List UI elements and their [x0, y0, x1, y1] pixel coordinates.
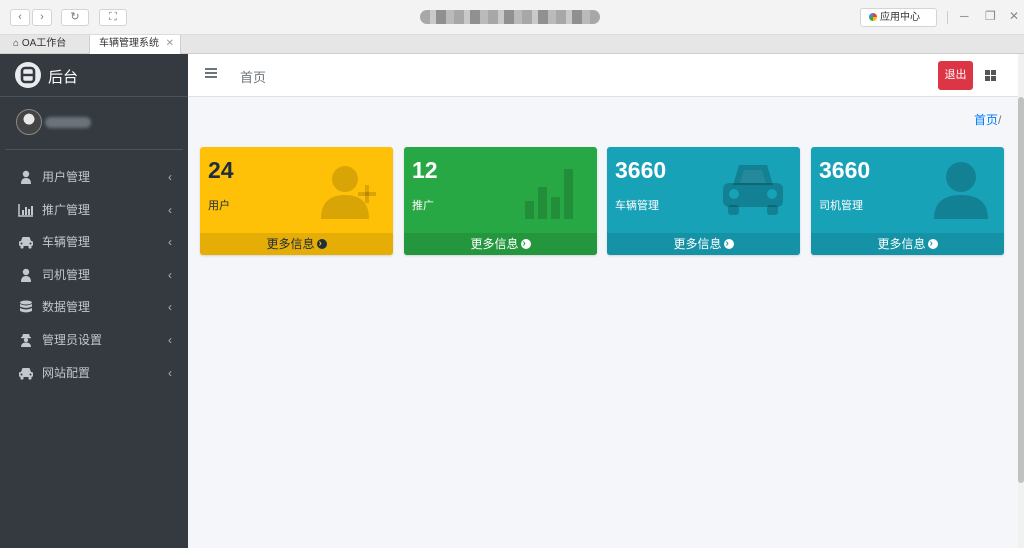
- stat-label: 用户: [208, 200, 230, 212]
- sidebar-item-drivers[interactable]: 司机管理 ‹: [0, 259, 188, 292]
- car-icon: [723, 165, 783, 215]
- sidebar-item-site-config[interactable]: 网站配置 ‹: [0, 357, 188, 390]
- chevron-left-icon: ‹: [168, 170, 172, 184]
- sidebar-item-label: 用户管理: [42, 170, 91, 184]
- more-info-label: 更多信息: [673, 237, 722, 251]
- stat-card-promotion: 12 推广 更多信息: [404, 147, 597, 255]
- app-center-label: 应用中心: [880, 12, 920, 23]
- app-center-button[interactable]: 应用中心: [860, 8, 937, 27]
- stat-value: 24: [208, 157, 234, 183]
- avatar[interactable]: [16, 109, 42, 135]
- more-info-label: 更多信息: [470, 237, 519, 251]
- restore-button[interactable]: ❐: [985, 9, 996, 23]
- nav-home-link[interactable]: 首页: [240, 67, 266, 86]
- stat-label: 司机管理: [819, 200, 863, 212]
- arrow-circle-right-icon: [520, 233, 531, 255]
- sidebar-item-data[interactable]: 数据管理 ‹: [0, 291, 188, 324]
- sidebar-item-label: 车辆管理: [42, 235, 91, 250]
- sidebar: 后台 用户管理 ‹ 推广管理 ‹ 车辆管理 ‹ 司机管理 ‹ 数据管理 ‹ 管理…: [0, 54, 188, 548]
- fullscreen-button[interactable]: ⛶: [99, 9, 127, 26]
- browser-toolbar: ‹ › ↻ ⛶ 应用中心 ─ ❐ ✕: [0, 0, 1024, 35]
- bar-chart-icon: [18, 203, 33, 217]
- sidebar-menu: 用户管理 ‹ 推广管理 ‹ 车辆管理 ‹ 司机管理 ‹ 数据管理 ‹ 管理员设置…: [0, 161, 188, 389]
- chevron-left-icon: ‹: [168, 365, 172, 380]
- user-icon: [21, 268, 31, 282]
- sidebar-item-promotion[interactable]: 推广管理 ‹: [0, 194, 188, 227]
- app-center-icon: [869, 13, 877, 21]
- brand[interactable]: 后台: [0, 54, 188, 97]
- more-info-link[interactable]: 更多信息: [607, 233, 800, 255]
- home-icon: ⌂: [13, 38, 20, 49]
- toolbar-divider: [947, 11, 948, 24]
- address-bar[interactable]: [420, 10, 600, 24]
- stat-card-users: 24 用户 更多信息: [200, 147, 393, 255]
- more-info-link[interactable]: 更多信息: [404, 233, 597, 255]
- more-info-link[interactable]: 更多信息: [811, 233, 1004, 255]
- brand-title: 后台: [48, 69, 79, 86]
- tab-vehicle-system[interactable]: 车辆管理系统 ✕: [89, 35, 181, 54]
- stat-card-drivers: 3660 司机管理 更多信息: [811, 147, 1004, 255]
- chevron-left-icon: ‹: [168, 202, 172, 217]
- bar-chart-icon: [525, 169, 573, 219]
- more-info-label: 更多信息: [877, 237, 926, 251]
- sidebar-item-label: 网站配置: [42, 365, 91, 380]
- car-icon: [19, 237, 33, 249]
- brand-logo-icon: [15, 62, 41, 88]
- user-plus-icon: [321, 166, 376, 219]
- database-icon: [20, 300, 32, 313]
- arrow-circle-right-icon: [316, 233, 327, 255]
- chevron-left-icon: ‹: [168, 267, 172, 282]
- arrow-circle-right-icon: [927, 233, 938, 255]
- tab-label: OA工作台: [21, 38, 67, 49]
- forward-button[interactable]: ›: [32, 9, 52, 26]
- close-tab-icon[interactable]: ✕: [166, 35, 174, 53]
- minimize-button[interactable]: ─: [960, 9, 969, 23]
- user-icon: [934, 162, 988, 219]
- breadcrumb-home-link[interactable]: 首页: [974, 113, 998, 127]
- more-info-link[interactable]: 更多信息: [200, 233, 393, 255]
- sidebar-item-label: 司机管理: [42, 267, 91, 282]
- chevron-left-icon: ‹: [168, 332, 172, 347]
- reload-button[interactable]: ↻: [61, 9, 89, 26]
- grid-icon[interactable]: [985, 70, 996, 81]
- sidebar-item-label: 管理员设置: [42, 332, 103, 347]
- arrow-circle-right-icon: [723, 233, 734, 255]
- stat-card-vehicles: 3660 车辆管理 更多信息: [607, 147, 800, 255]
- sidebar-item-admin-settings[interactable]: 管理员设置 ‹: [0, 324, 188, 357]
- more-info-label: 更多信息: [266, 237, 315, 251]
- stat-label: 车辆管理: [615, 200, 659, 212]
- back-button[interactable]: ‹: [10, 9, 30, 26]
- menu-toggle-icon[interactable]: [205, 68, 217, 78]
- stat-value: 12: [412, 157, 438, 183]
- chevron-left-icon: ‹: [168, 300, 172, 315]
- top-navbar: 首页 退出: [188, 54, 1018, 97]
- sidebar-item-vehicles[interactable]: 车辆管理 ‹: [0, 226, 188, 259]
- tab-oa-workbench[interactable]: ⌂ OA工作台: [4, 35, 88, 54]
- sidebar-item-label: 数据管理: [42, 300, 91, 315]
- user-panel[interactable]: [5, 97, 183, 150]
- browser-tabbar: ⌂ OA工作台 车辆管理系统 ✕: [0, 35, 1024, 54]
- car-icon: [19, 367, 33, 380]
- logout-button[interactable]: 退出: [938, 61, 973, 90]
- stat-label: 推广: [412, 200, 434, 212]
- sidebar-item-label: 推广管理: [42, 202, 91, 217]
- scrollbar-thumb[interactable]: [1018, 97, 1024, 483]
- chevron-left-icon: ‹: [168, 235, 172, 250]
- tab-label: 车辆管理系统: [99, 38, 159, 49]
- username-redacted: [45, 117, 91, 128]
- stat-value: 3660: [615, 157, 667, 183]
- breadcrumb: 首页/: [974, 111, 1001, 128]
- user-secret-icon: [21, 333, 31, 347]
- stat-value: 3660: [819, 157, 871, 183]
- user-icon: [21, 170, 31, 184]
- sidebar-item-users[interactable]: 用户管理 ‹: [0, 161, 188, 194]
- close-window-button[interactable]: ✕: [1009, 9, 1019, 23]
- breadcrumb-separator: /: [998, 113, 1002, 127]
